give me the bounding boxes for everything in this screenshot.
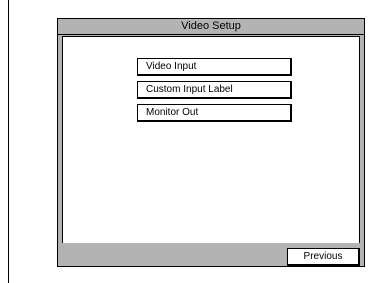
menu-panel: Video Input Custom Input Label Monitor O… bbox=[62, 36, 360, 257]
custom-input-label-button[interactable]: Custom Input Label bbox=[137, 81, 292, 99]
video-setup-dialog: Video Setup Video Input Custom Input Lab… bbox=[57, 18, 365, 267]
screen: Video Setup Video Input Custom Input Lab… bbox=[0, 0, 377, 283]
previous-button[interactable]: Previous bbox=[287, 248, 360, 266]
left-border-line bbox=[8, 0, 9, 283]
video-input-button[interactable]: Video Input bbox=[137, 58, 292, 76]
dialog-footer: Previous bbox=[58, 243, 364, 266]
dialog-title: Video Setup bbox=[58, 19, 364, 35]
monitor-out-button[interactable]: Monitor Out bbox=[137, 104, 292, 122]
